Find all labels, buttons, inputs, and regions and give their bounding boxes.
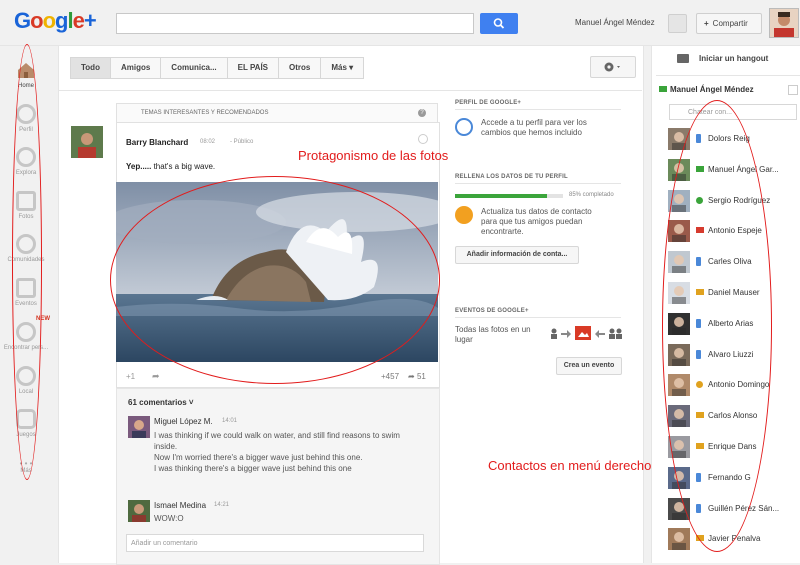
tab-todo[interactable]: Todo (71, 58, 111, 78)
create-event-button[interactable]: Crea un evento (556, 357, 622, 375)
comment-author[interactable]: Ismael Medina (154, 501, 206, 510)
topics-header: TEMAS INTERESANTES Y RECOMENDADOS (116, 103, 438, 123)
tab-el-pais[interactable]: EL PAÍS (228, 58, 280, 78)
add-comment-input[interactable]: Añadir un comentario (126, 534, 424, 552)
comment-line: Now I'm worried there's a bigger wave ju… (154, 453, 363, 462)
events-illustration (549, 323, 623, 343)
profile-section-text[interactable]: Accede a tu perfil para ver los cambios … (481, 118, 587, 138)
share-count[interactable]: ➦ 51 (408, 372, 426, 381)
tabs-divider (58, 90, 642, 91)
post-text: Yep..... that's a big wave. (126, 162, 215, 171)
commenter-photo (128, 500, 150, 522)
comment-time[interactable]: 14:21 (214, 502, 229, 508)
section-divider (455, 183, 621, 184)
contact-avatar (668, 528, 690, 551)
chevron-down-icon[interactable] (788, 85, 798, 95)
progress-label: 85% completado (569, 192, 614, 198)
comments-count[interactable]: 61 comentarios ˅ (128, 398, 194, 407)
share-label: Compartir (712, 19, 748, 28)
annotation-photos: Protagonismo de las fotos (298, 148, 449, 163)
add-contact-info-button[interactable]: Añadir información de conta... (455, 246, 579, 264)
plus-count[interactable]: +457 (381, 372, 399, 381)
google-plus-logo[interactable]: Google+ (14, 8, 97, 34)
chat-self-name[interactable]: Manuel Ángel Méndez (670, 85, 754, 94)
share-arrow-icon[interactable]: ➦ (152, 371, 160, 382)
user-avatar[interactable] (769, 8, 799, 38)
annotation-contacts: Contactos en menú derecho (488, 458, 652, 473)
post-privacy-label: Público (233, 139, 254, 145)
annotation-oval-photo (110, 176, 440, 384)
profile-text-line: cambios que hemos incluido (481, 128, 582, 137)
start-hangout-button[interactable]: Iniciar un hangout (661, 48, 795, 70)
share-count-icon: ➦ (408, 372, 417, 381)
post-author-avatar[interactable] (71, 126, 103, 158)
tab-comunica[interactable]: Comunica... (161, 58, 228, 78)
fill-text-line: encontrarte. (481, 227, 524, 236)
section-divider (455, 317, 621, 318)
video-camera-icon (659, 86, 667, 92)
tab-mas-label: Más (331, 63, 347, 72)
post-privacy: - Público (230, 139, 254, 145)
search-icon (493, 18, 505, 29)
chevron-down-icon: ▾ (346, 63, 354, 72)
annotation-oval-leftnav (12, 44, 42, 480)
gear-icon (604, 62, 620, 72)
search-button[interactable] (480, 13, 518, 34)
annotation-oval-contacts (662, 100, 772, 552)
chevron-down-icon: ˅ (186, 398, 194, 407)
fill-text-line: Actualiza tus datos de contacto (481, 207, 592, 216)
share-count-value: 51 (416, 372, 426, 381)
notifications-button[interactable] (668, 14, 687, 33)
search-input[interactable] (116, 13, 474, 34)
sidebar-divider (656, 75, 800, 76)
section-divider (455, 109, 621, 110)
events-text-line: lugar (455, 335, 473, 344)
comment-avatar[interactable] (128, 500, 150, 522)
contact-card-icon (455, 206, 473, 224)
profile-info-icon (455, 118, 473, 136)
avatar-image (770, 9, 798, 37)
hangout-label: Iniciar un hangout (699, 54, 769, 63)
tab-mas[interactable]: Más ▾ (321, 58, 363, 78)
post-time[interactable]: 08:02 (200, 139, 215, 145)
hangout-camera-icon (677, 54, 689, 64)
events-section-title: EVENTOS DE GOOGLE+ (455, 308, 529, 314)
comment-line: I was thinking there's a bigger wave jus… (154, 464, 352, 473)
fill-section-title: RELLENA LOS DATOS DE TU PERFIL (455, 174, 568, 180)
profile-section-title: PERFIL DE GOOGLE+ (455, 100, 522, 106)
fill-section-text: Actualiza tus datos de contacto para que… (481, 207, 592, 237)
comment-author[interactable]: Miguel López M. (154, 417, 213, 426)
comment-time[interactable]: 14:01 (222, 418, 237, 424)
user-name[interactable]: Manuel Ángel Méndez (575, 18, 655, 27)
post-text-rest: that's a big wave. (151, 162, 216, 171)
comment-line: inside. (154, 442, 178, 451)
share-button[interactable]: + Compartir (696, 13, 762, 34)
post-text-bold: Yep..... (126, 162, 152, 171)
comment-text: WOW:O (154, 514, 184, 523)
topics-title: TEMAS INTERESANTES Y RECOMENDADOS (141, 110, 269, 116)
events-people-photo-icon (551, 326, 622, 340)
comment-avatar[interactable] (128, 416, 150, 438)
help-icon[interactable]: ? (418, 109, 426, 117)
events-section-text: Todas las fotos en un lugar (455, 325, 531, 345)
post-author-name[interactable]: Barry Blanchard (126, 138, 188, 147)
commenter-photo (128, 416, 150, 438)
tab-amigos[interactable]: Amigos (111, 58, 162, 78)
comments-count-label: 61 comentarios (128, 398, 187, 407)
author-photo (71, 126, 103, 158)
settings-button[interactable] (590, 56, 636, 78)
tab-otros[interactable]: Otros (279, 58, 322, 78)
comment-line: I was thinking if we could walk on water… (154, 431, 400, 440)
events-text-line: Todas las fotos en un (455, 325, 531, 334)
stream-tabs: Todo Amigos Comunica... EL PAÍS Otros Má… (70, 57, 365, 79)
profile-progress-fill (455, 194, 547, 198)
profile-text-line: Accede a tu perfil para ver los (481, 118, 587, 127)
post-menu-icon[interactable] (418, 134, 428, 144)
fill-text-line: para que tus amigos puedan (481, 217, 583, 226)
plus-icon: + (704, 19, 709, 28)
comment-text: I was thinking if we could walk on water… (154, 430, 400, 474)
plus-one-button[interactable]: +1 (126, 372, 135, 381)
